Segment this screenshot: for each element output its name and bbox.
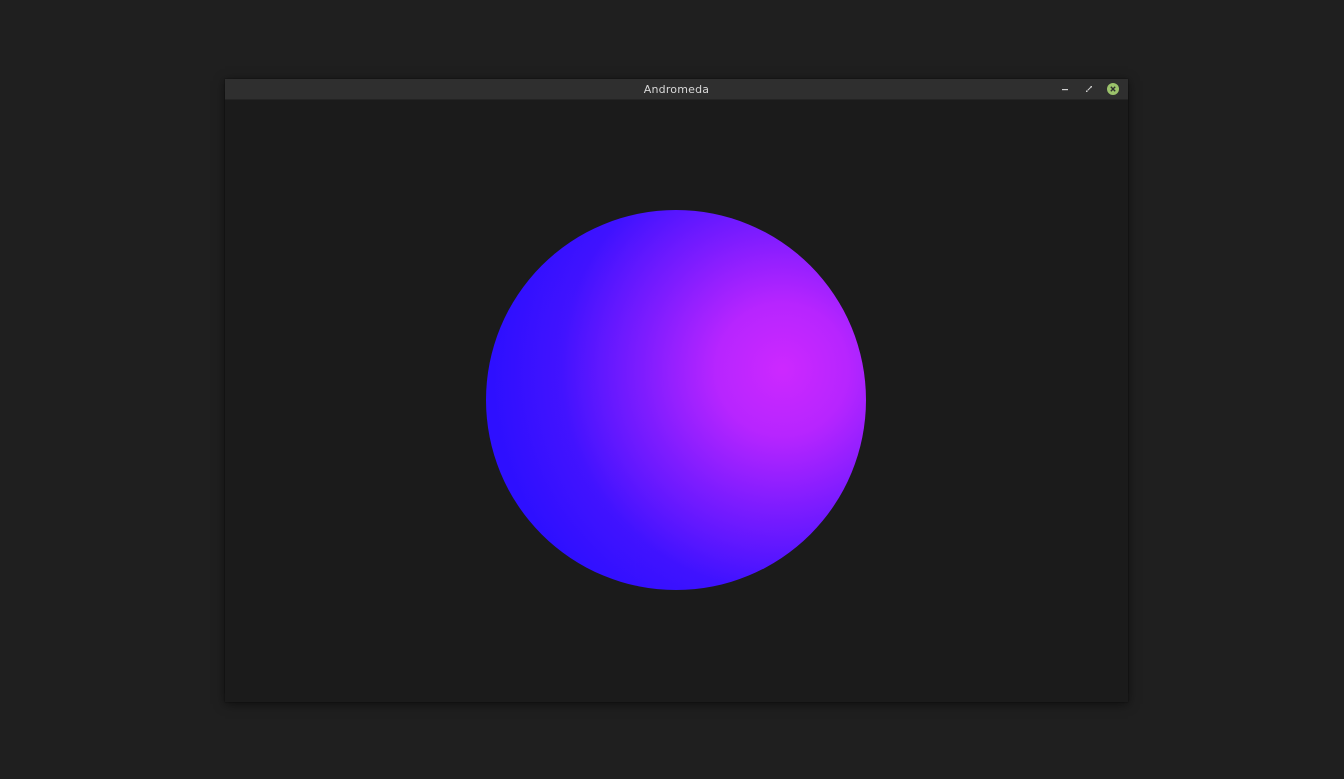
restore-icon [1086,86,1092,92]
app-window: Andromeda [225,79,1128,702]
restore-button[interactable] [1082,82,1096,96]
minimize-icon [1062,89,1068,91]
minimize-button[interactable] [1058,82,1072,96]
desktop-background: Andromeda [0,0,1344,779]
shaded-sphere [486,210,866,590]
close-button[interactable] [1106,82,1120,96]
close-icon [1107,83,1119,95]
window-title: Andromeda [643,83,710,96]
window-titlebar[interactable]: Andromeda [225,79,1128,100]
window-controls [1058,82,1120,96]
render-viewport[interactable] [225,100,1128,702]
